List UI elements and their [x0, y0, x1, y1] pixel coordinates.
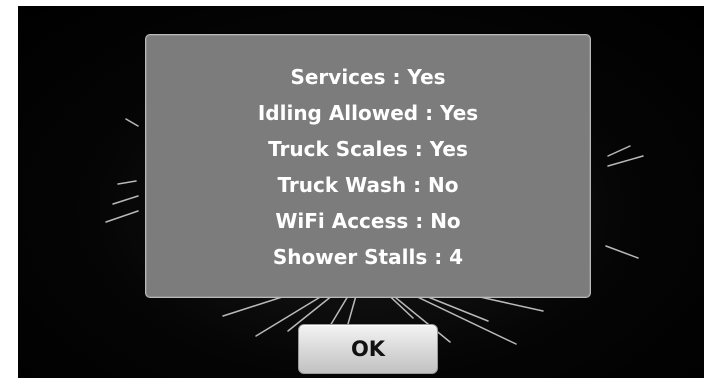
truck-scales-info: Truck Scales : Yes — [268, 137, 468, 161]
services-info: Services : Yes — [290, 65, 446, 89]
shower-stalls-info: Shower Stalls : 4 — [272, 245, 464, 269]
truck-stop-info-dialog: Services : Yes Idling Allowed : Yes Truc… — [145, 34, 591, 298]
wifi-access-info: WiFi Access : No — [275, 209, 461, 233]
ok-button-label: OK — [350, 337, 386, 361]
ok-button[interactable]: OK — [298, 324, 438, 374]
truck-wash-info: Truck Wash : No — [277, 173, 459, 197]
device-screen: Services : Yes Idling Allowed : Yes Truc… — [18, 6, 704, 378]
idling-allowed-info: Idling Allowed : Yes — [257, 101, 479, 125]
